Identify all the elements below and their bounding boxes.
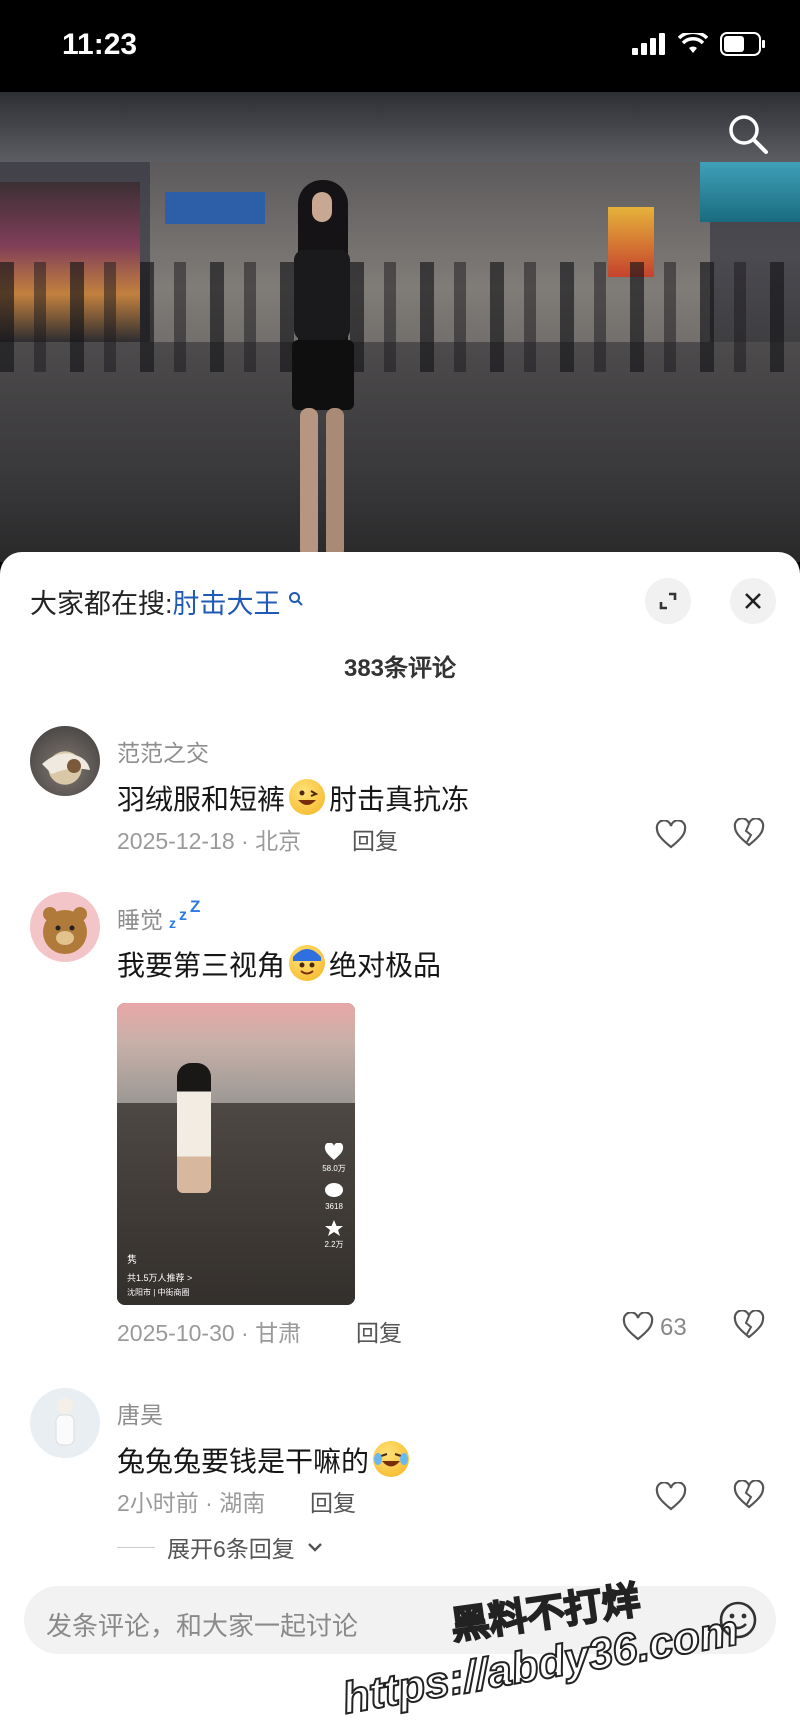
- like-button[interactable]: [622, 1310, 662, 1344]
- comment-icon: [325, 1183, 343, 1197]
- video-subject: [282, 180, 372, 560]
- thumbnail-caption: 隽: [127, 1255, 137, 1266]
- trending-prefix: 大家都在搜:: [30, 589, 173, 619]
- comment-video-thumbnail[interactable]: 58.0万 3618 2.2万 隽 共1.5万人推荐 > 沈阳市 | 中街商圈: [117, 1003, 355, 1305]
- status-icons: [632, 32, 766, 56]
- thumbnail-recommend: 共1.5万人推荐 >: [127, 1273, 193, 1283]
- comment-count: 383条评论: [343, 655, 457, 682]
- close-button[interactable]: [730, 578, 776, 624]
- dislike-button[interactable]: [733, 817, 773, 852]
- like-count: 63: [660, 1314, 687, 1341]
- svg-text:Z: Z: [190, 900, 200, 916]
- thumbnail-location: 沈阳市 | 中街商圈: [127, 1288, 190, 1297]
- comment-text: 羽绒服和短裤 肘击真抗冻: [117, 778, 469, 818]
- silly-face-emoji-icon: [289, 945, 326, 981]
- divider: [117, 1546, 155, 1548]
- heart-icon: [324, 1142, 344, 1160]
- reply-button[interactable]: 回复: [310, 1484, 356, 1518]
- comment-username[interactable]: 范范之交: [117, 734, 209, 768]
- trending-keyword[interactable]: 肘击大王: [173, 589, 281, 619]
- heart-icon: [655, 1482, 687, 1511]
- expand-icon: [659, 592, 677, 610]
- status-time: 11:23: [62, 28, 138, 61]
- signal-icon: [632, 33, 665, 55]
- star-icon: [325, 1220, 343, 1236]
- like-button[interactable]: [655, 818, 695, 852]
- comment-text: 我要第三视角 绝对极品: [117, 944, 441, 984]
- search-icon: [289, 592, 303, 606]
- dislike-button[interactable]: [733, 1479, 773, 1514]
- avatar[interactable]: [30, 892, 100, 962]
- expand-replies-label: 展开6条回复: [167, 1536, 295, 1562]
- broken-heart-icon: [733, 1479, 765, 1509]
- search-icon[interactable]: [724, 110, 772, 158]
- expand-button[interactable]: [645, 578, 691, 624]
- reply-button[interactable]: 回复: [356, 1314, 402, 1348]
- comment-item: 唐昊 兔兔兔要钱是干嘛的 2小时前 · 湖南 回复: [0, 1388, 800, 1518]
- heart-icon: [655, 820, 687, 849]
- video-sign: [700, 162, 800, 222]
- avatar[interactable]: [30, 726, 100, 796]
- comment-input-placeholder: 发条评论，和大家一起讨论: [46, 1611, 359, 1641]
- comment-username[interactable]: 睡觉 zzZ: [117, 897, 203, 935]
- comment-item: 范范之交 羽绒服和短裤 肘击真抗冻 2025-12-18 · 北京 回复: [0, 726, 800, 856]
- broken-heart-icon: [733, 1309, 765, 1339]
- video-player[interactable]: [0, 92, 800, 562]
- status-bar: 11:23: [0, 0, 800, 92]
- close-icon: [745, 593, 761, 609]
- wifi-icon: [678, 33, 708, 53]
- crying-laughing-emoji-icon: [373, 1441, 410, 1477]
- video-floor: [0, 342, 800, 562]
- battery-icon: [720, 32, 765, 56]
- heart-icon: [622, 1312, 654, 1341]
- like-button[interactable]: [655, 1480, 695, 1514]
- thumbnail-action-icons: 58.0万 3618 2.2万: [319, 1142, 349, 1258]
- svg-text:z: z: [179, 907, 187, 924]
- reply-button[interactable]: 回复: [352, 822, 398, 856]
- video-ceiling: [0, 92, 800, 162]
- grinning-emoji-icon: [289, 779, 326, 815]
- zzz-sleep-icon: zzZ: [169, 897, 200, 931]
- video-sign: [165, 192, 265, 224]
- avatar[interactable]: [30, 1388, 100, 1458]
- thumbnail-subject: [177, 1063, 211, 1193]
- comment-username[interactable]: 唐昊: [117, 1396, 163, 1430]
- trending-search[interactable]: 大家都在搜:肘击大王: [30, 582, 304, 621]
- expand-replies-button[interactable]: 展开6条回复: [117, 1530, 323, 1564]
- broken-heart-icon: [733, 817, 765, 847]
- video-crowd: [0, 262, 800, 372]
- comment-date-location: 2025-12-18 · 北京: [117, 828, 302, 854]
- svg-text:z: z: [169, 915, 176, 930]
- comment-text: 兔兔兔要钱是干嘛的: [117, 1440, 413, 1480]
- comment-date-location: 2小时前 · 湖南: [117, 1490, 266, 1516]
- dislike-button[interactable]: [733, 1309, 773, 1344]
- comment-date-location: 2025-10-30 · 甘肃: [117, 1320, 302, 1346]
- chevron-down-icon: [307, 1543, 322, 1552]
